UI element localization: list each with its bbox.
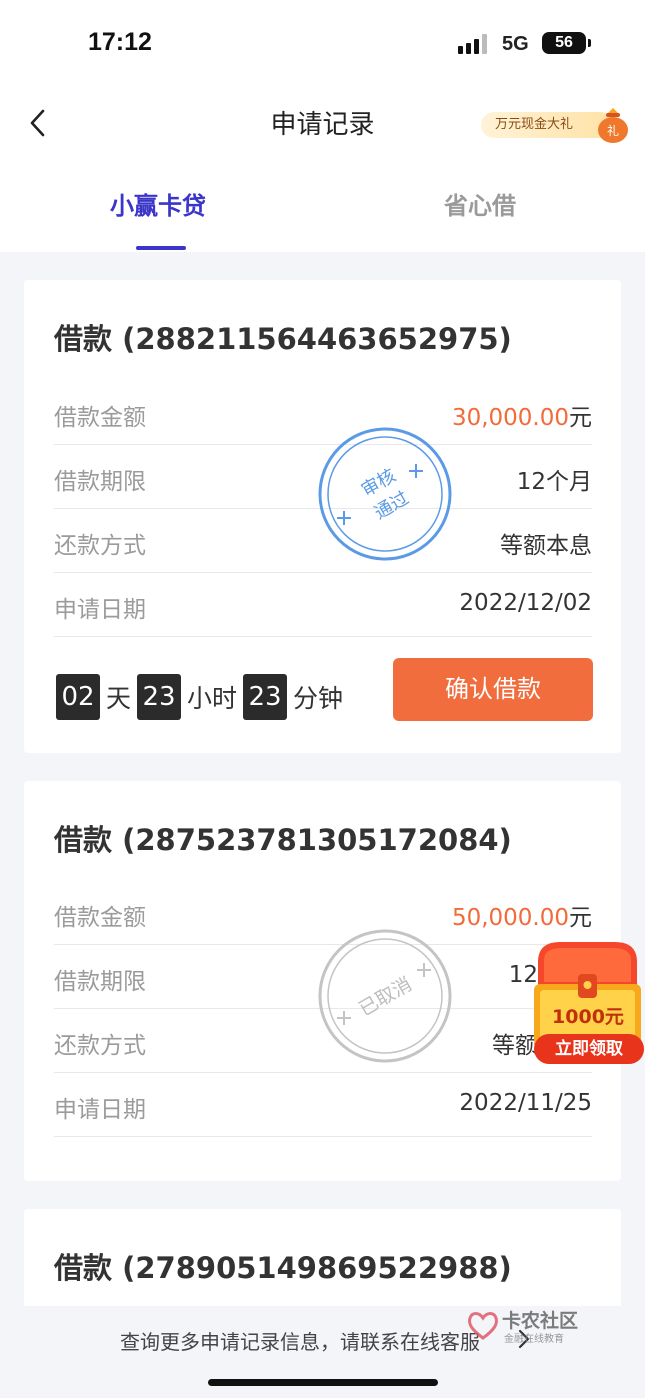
countdown-minutes: 23 xyxy=(243,674,288,720)
countdown-hours: 23 xyxy=(137,674,182,720)
promo-label: 万元现金大礼 xyxy=(481,112,613,138)
loan-amount: 50,000.00 xyxy=(451,905,569,931)
countdown-unit: 天 xyxy=(106,684,132,713)
amount-unit: 元 xyxy=(569,905,592,931)
row-label: 申请日期 xyxy=(54,597,146,623)
countdown-timer: 02 天 23 小时 23 分钟 xyxy=(56,673,349,721)
promo-banner[interactable]: 万元现金大礼 礼 xyxy=(481,106,631,144)
countdown-unit: 分钟 xyxy=(293,684,344,713)
row-value: 等额本息 xyxy=(500,533,592,559)
contact-support-link[interactable]: 查询更多申请记录信息，请联系在线客服 xyxy=(120,1326,480,1355)
top-header-area: 17:12 5G 56 申请记录 万元现金大礼 礼 小赢卡贷 省心借 xyxy=(0,0,645,252)
row-label: 还款方式 xyxy=(54,533,146,559)
gift-chest-button[interactable]: 1000元 立即领取 xyxy=(530,940,645,1070)
approved-stamp: 审核 通过 xyxy=(318,427,452,561)
row-value: 2022/11/25 xyxy=(459,1090,592,1116)
battery-icon: 56 xyxy=(542,32,591,54)
countdown-days: 02 xyxy=(56,674,100,720)
loan-title: 借款 (287523781305172084) xyxy=(54,823,512,857)
loan-record-card: 借款 (278905149869522988) xyxy=(24,1209,621,1319)
row-value: 2022/12/02 xyxy=(459,590,592,616)
watermark-icon xyxy=(468,1312,498,1340)
footer-bar: 查询更多申请记录信息，请联系在线客服 卡农社区 金融在线教育 xyxy=(0,1306,645,1398)
row-value: 12个月 xyxy=(516,469,592,495)
promo-bag-char: 礼 xyxy=(607,123,619,138)
row-date: 申请日期 2022/12/02 xyxy=(54,573,592,637)
confirm-loan-button[interactable]: 确认借款 xyxy=(393,658,593,721)
money-bag-icon: 礼 xyxy=(598,108,628,143)
row-label: 还款方式 xyxy=(54,1033,146,1059)
loan-title: 借款 (2882115644636529​75) xyxy=(54,322,512,356)
tab-xiaoying-card-loan[interactable]: 小赢卡贷 xyxy=(110,186,206,221)
cancelled-stamp: 已取消 xyxy=(318,929,452,1063)
loan-amount: 30,000.00 xyxy=(451,405,569,431)
status-time: 17:12 xyxy=(88,28,152,56)
loan-record-card: 借款 (2882115644636529​75) 借款金额 30,000.00元… xyxy=(24,280,621,753)
row-label: 借款期限 xyxy=(54,469,146,495)
tab-shengxin-loan[interactable]: 省心借 xyxy=(444,186,516,221)
gift-amount: 1000元 xyxy=(552,1006,624,1028)
watermark-logo: 卡农社区 金融在线教育 xyxy=(466,1306,586,1346)
watermark-subtitle: 金融在线教育 xyxy=(504,1334,564,1345)
row-date: 申请日期 2022/11/25 xyxy=(54,1073,592,1137)
countdown-unit: 小时 xyxy=(187,684,238,713)
loan-title: 借款 (278905149869522988) xyxy=(54,1251,512,1285)
status-bar: 17:12 5G 56 xyxy=(0,0,645,88)
stamp-text: 已取消 xyxy=(355,973,415,1021)
row-label: 借款金额 xyxy=(54,405,146,431)
network-type: 5G xyxy=(502,33,529,55)
amount-unit: 元 xyxy=(569,405,592,431)
active-tab-indicator xyxy=(136,246,186,250)
row-label: 借款金额 xyxy=(54,905,146,931)
signal-icon xyxy=(458,34,492,54)
watermark-title: 卡农社区 xyxy=(502,1310,579,1332)
home-indicator xyxy=(208,1379,438,1386)
row-label: 借款期限 xyxy=(54,969,146,995)
tab-bar: 小赢卡贷 省心借 xyxy=(0,180,645,250)
gift-cta: 立即领取 xyxy=(534,1034,644,1064)
row-label: 申请日期 xyxy=(54,1097,146,1123)
